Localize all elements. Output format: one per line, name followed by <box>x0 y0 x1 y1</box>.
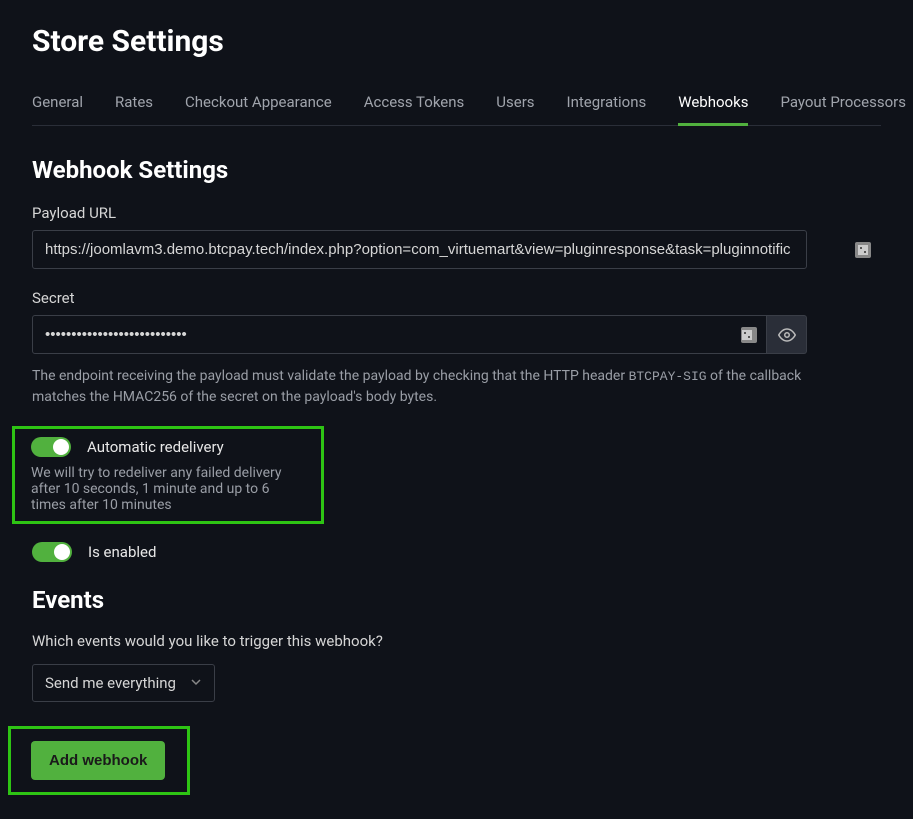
is-enabled-label: Is enabled <box>88 543 156 561</box>
chevron-down-icon <box>190 674 202 692</box>
settings-tabs: General Rates Checkout Appearance Access… <box>32 85 881 126</box>
tab-users[interactable]: Users <box>496 85 534 125</box>
add-webhook-highlight: Add webhook <box>8 726 190 795</box>
tab-checkout-appearance[interactable]: Checkout Appearance <box>185 85 332 125</box>
tab-payout-processors[interactable]: Payout Processors <box>780 85 906 125</box>
tab-general[interactable]: General <box>32 85 83 125</box>
auto-redelivery-highlight: Automatic redelivery We will try to rede… <box>12 426 324 524</box>
reveal-secret-button[interactable] <box>767 315 807 354</box>
keychain-icon[interactable] <box>855 242 871 258</box>
payload-url-input[interactable] <box>32 230 807 269</box>
add-webhook-button[interactable]: Add webhook <box>31 741 165 780</box>
tab-webhooks[interactable]: Webhooks <box>678 85 748 126</box>
webhook-settings-heading: Webhook Settings <box>32 156 881 184</box>
tab-integrations[interactable]: Integrations <box>567 85 647 125</box>
secret-help-text: The endpoint receiving the payload must … <box>32 366 812 408</box>
auto-redelivery-help: We will try to redeliver any failed deli… <box>31 465 305 513</box>
page-title: Store Settings <box>32 24 881 59</box>
payload-url-label: Payload URL <box>32 204 881 222</box>
tab-access-tokens[interactable]: Access Tokens <box>364 85 465 125</box>
keychain-icon[interactable] <box>741 327 757 343</box>
auto-redelivery-label: Automatic redelivery <box>87 438 224 456</box>
auto-redelivery-toggle[interactable] <box>31 437 71 457</box>
tab-rates[interactable]: Rates <box>115 85 153 125</box>
is-enabled-toggle[interactable] <box>32 542 72 562</box>
secret-input[interactable] <box>32 315 767 354</box>
events-select[interactable]: Send me everything <box>32 664 215 702</box>
events-heading: Events <box>32 586 881 614</box>
events-question: Which events would you like to trigger t… <box>32 632 881 650</box>
events-select-value: Send me everything <box>45 674 176 692</box>
secret-label: Secret <box>32 289 881 307</box>
